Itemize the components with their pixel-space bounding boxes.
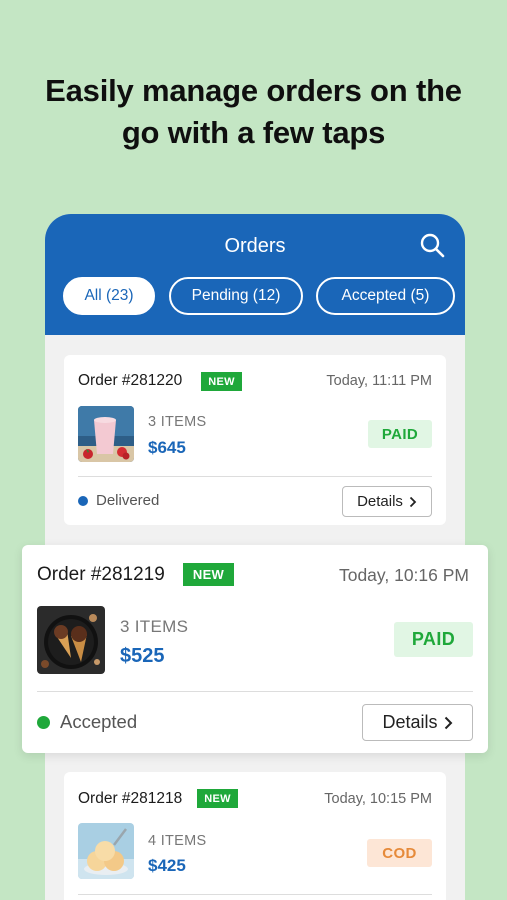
new-badge: NEW <box>183 563 234 586</box>
chevron-right-icon <box>444 716 452 729</box>
ice-cream-cones-image <box>37 606 105 674</box>
ice-cream-scoops-image <box>78 823 134 879</box>
order-time: Today, 10:15 PM <box>324 791 432 807</box>
divider <box>78 894 432 895</box>
order-price: $425 <box>148 856 186 875</box>
details-button[interactable]: Details <box>342 486 432 517</box>
headline-line-2: go with a few taps <box>121 115 386 150</box>
order-card-highlighted[interactable]: Order #281219 NEW Today, 10:16 PM 3 ITEM… <box>22 545 488 753</box>
search-icon[interactable] <box>419 232 445 258</box>
payment-status-badge: COD <box>367 839 432 867</box>
details-label: Details <box>357 493 403 510</box>
payment-status-badge: PAID <box>368 420 432 448</box>
tab-all[interactable]: All (23) <box>63 277 155 315</box>
strawberry-smoothie-image <box>78 406 134 462</box>
app-header: Orders All (23) Pending (12) Accepted (5… <box>45 214 465 335</box>
details-label: Details <box>382 712 438 732</box>
order-price: $525 <box>120 645 165 667</box>
status-label: Delivered <box>96 492 160 509</box>
payment-status-badge: PAID <box>394 622 473 657</box>
delivery-status: Accepted <box>37 711 137 733</box>
order-time: Today, 11:11 PM <box>326 373 432 389</box>
new-badge: NEW <box>197 789 238 808</box>
chevron-right-icon <box>409 496 417 507</box>
status-label: Accepted <box>60 711 138 732</box>
order-price: $645 <box>148 438 186 457</box>
item-count: 4 ITEMS <box>148 833 207 849</box>
status-dot-icon <box>37 715 50 729</box>
divider <box>78 476 432 477</box>
order-number: Order #281219 <box>37 564 165 585</box>
tab-accepted[interactable]: Accepted (5) <box>316 277 455 315</box>
page-title: Orders <box>224 235 286 257</box>
divider <box>37 691 473 692</box>
product-thumbnail <box>78 406 134 462</box>
tab-pending[interactable]: Pending (12) <box>169 277 303 315</box>
order-number: Order #281220 <box>78 372 183 389</box>
order-time: Today, 10:16 PM <box>338 565 469 585</box>
order-card[interactable]: Order #281218 NEW Today, 10:15 PM 4 ITEM… <box>64 772 446 900</box>
headline-line-1: Easily manage orders on the <box>45 73 462 108</box>
promo-headline: Easily manage orders on the go with a fe… <box>0 70 507 154</box>
new-badge: NEW <box>201 372 242 391</box>
item-count: 3 ITEMS <box>120 617 189 636</box>
status-dot-icon <box>78 495 88 506</box>
details-button[interactable]: Details <box>362 704 473 741</box>
product-thumbnail <box>78 823 134 879</box>
order-number: Order #281218 <box>78 790 183 807</box>
order-filter-tabs: All (23) Pending (12) Accepted (5) <box>63 277 455 315</box>
item-count: 3 ITEMS <box>148 414 207 430</box>
delivery-status: Delivered <box>78 492 159 509</box>
product-thumbnail <box>37 606 105 674</box>
order-card[interactable]: Order #281220 NEW Today, 11:11 PM 3 ITEM… <box>64 355 446 525</box>
